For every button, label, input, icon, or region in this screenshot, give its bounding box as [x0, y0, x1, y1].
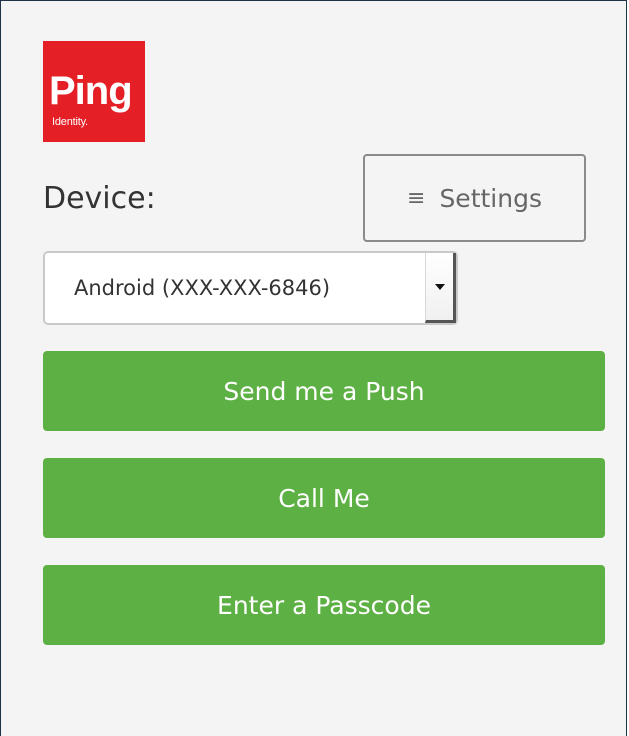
dropdown-arrow-icon[interactable]: [425, 253, 456, 323]
ping-identity-logo: Ping Identity.: [43, 41, 145, 142]
enter-passcode-label: Enter a Passcode: [217, 590, 431, 620]
settings-label: Settings: [439, 183, 542, 213]
send-push-label: Send me a Push: [223, 376, 425, 406]
logo-wordmark: Ping: [49, 69, 133, 113]
device-select[interactable]: Android (XXX-XXX-6846): [43, 251, 458, 325]
call-me-label: Call Me: [278, 483, 370, 513]
caret-down-icon: [434, 283, 445, 290]
device-select-value: Android (XXX-XXX-6846): [74, 276, 331, 300]
logo-subtext: Identity.: [52, 116, 88, 128]
settings-button[interactable]: ≡ Settings: [363, 154, 586, 242]
send-push-button[interactable]: Send me a Push: [43, 351, 605, 431]
call-me-button[interactable]: Call Me: [43, 458, 605, 538]
device-label: Device:: [43, 181, 156, 216]
enter-passcode-button[interactable]: Enter a Passcode: [43, 565, 605, 645]
menu-icon: ≡: [407, 185, 426, 211]
auth-panel: Ping Identity. Device: ≡ Settings Androi…: [0, 0, 627, 736]
